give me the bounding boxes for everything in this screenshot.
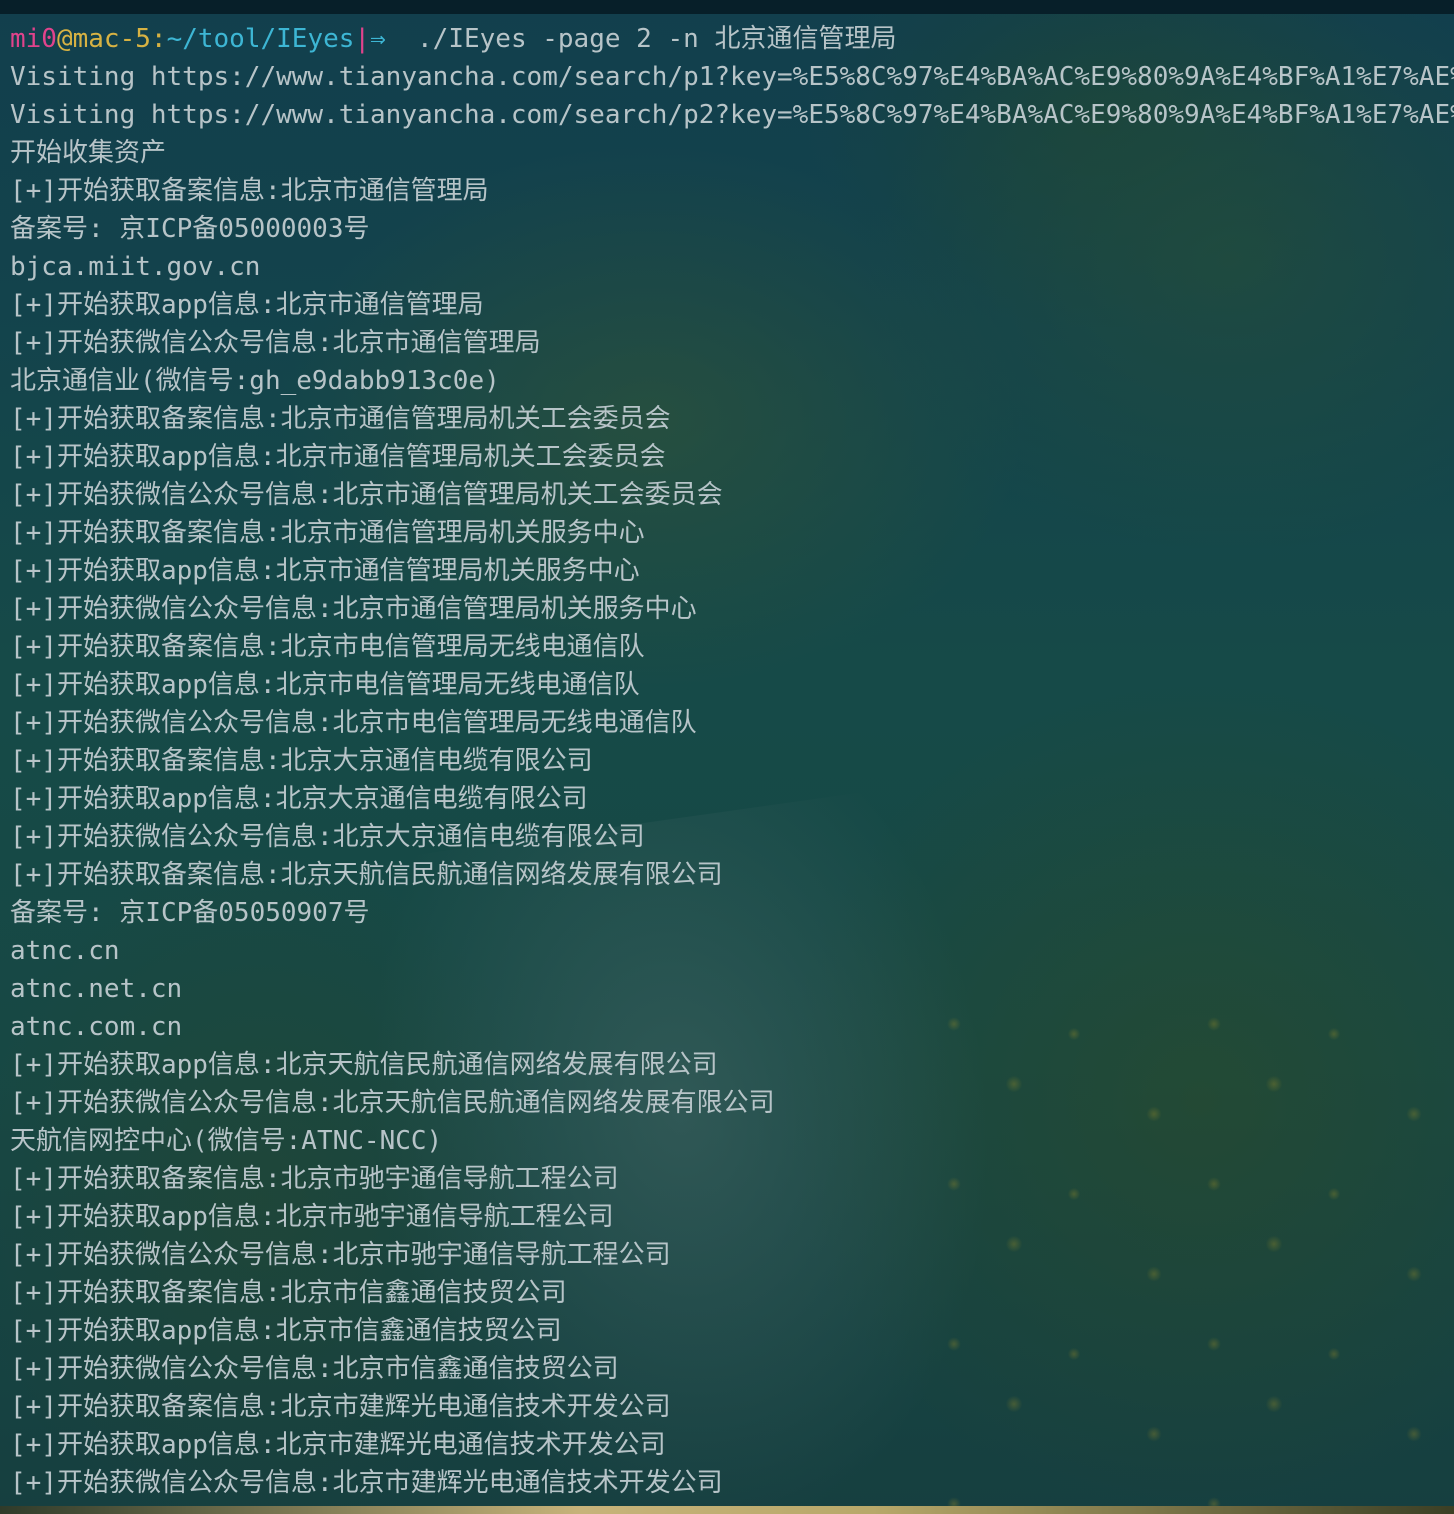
output-line: atnc.com.cn xyxy=(10,1012,183,1042)
output-line: [+]开始获取app信息:北京天航信民航通信网络发展有限公司 xyxy=(10,1050,718,1080)
output-line: [+]开始获取备案信息:北京天航信民航通信网络发展有限公司 xyxy=(10,860,723,890)
output-line: [+]开始获取app信息:北京市通信管理局机关工会委员会 xyxy=(10,442,666,472)
output-line: [+]开始获取app信息:北京市驰宇通信导航工程公司 xyxy=(10,1202,614,1232)
output-line: [+]开始获微信公众号信息:北京市通信管理局机关工会委员会 xyxy=(10,480,723,510)
output-line: Visiting https://www.tianyancha.com/sear… xyxy=(10,100,1454,130)
output-line: [+]开始获取app信息:北京市通信管理局机关服务中心 xyxy=(10,556,640,586)
output-line: [+]开始获微信公众号信息:北京市驰宇通信导航工程公司 xyxy=(10,1240,671,1270)
prompt-host: mac-5 xyxy=(72,24,151,54)
output-line: [+]开始获微信公众号信息:北京市电信管理局无线电通信队 xyxy=(10,708,697,738)
output-line: [+]开始获取备案信息:北京市通信管理局 xyxy=(10,176,489,206)
prompt-at: @ xyxy=(56,24,73,54)
output-line: [+]开始获微信公众号信息:北京市通信管理局 xyxy=(10,328,541,358)
output-line: 备案号: 京ICP备05000003号 xyxy=(10,214,370,244)
output-line: [+]开始获微信公众号信息:北京天航信民航通信网络发展有限公司 xyxy=(10,1088,775,1118)
output-line: [+]开始获取备案信息:北京市通信管理局机关服务中心 xyxy=(10,518,645,548)
output-line: [+]开始获取备案信息:北京市信鑫通信技贸公司 xyxy=(10,1278,567,1308)
output-line: [+]开始获微信公众号信息:北京市通信管理局机关服务中心 xyxy=(10,594,697,624)
window-top-edge xyxy=(0,0,1454,14)
output-line: [+]开始获取备案信息:北京大京通信电缆有限公司 xyxy=(10,746,593,776)
prompt-path: ~/tool/IEyes xyxy=(166,24,355,54)
output-line: [+]开始获取备案信息:北京市电信管理局无线电通信队 xyxy=(10,632,645,662)
prompt-arrow-icon: ⇒ xyxy=(370,24,386,54)
terminal-output-area[interactable]: mi0@mac-5:~/tool/IEyes|⇒ ./IEyes -page 2… xyxy=(10,20,1454,1502)
output-line: [+]开始获微信公众号信息:北京市信鑫通信技贸公司 xyxy=(10,1354,619,1384)
output-line: 天航信网控中心(微信号:ATNC-NCC) xyxy=(10,1126,443,1156)
output-line: Visiting https://www.tianyancha.com/sear… xyxy=(10,62,1454,92)
output-line: atnc.net.cn xyxy=(10,974,183,1004)
output-line: [+]开始获取app信息:北京市信鑫通信技贸公司 xyxy=(10,1316,562,1346)
output-line: [+]开始获取app信息:北京大京通信电缆有限公司 xyxy=(10,784,588,814)
prompt-colon: : xyxy=(150,24,167,54)
output-line: atnc.cn xyxy=(10,936,120,966)
output-line: [+]开始获取app信息:北京市建辉光电通信技术开发公司 xyxy=(10,1430,666,1460)
output-line: bjca.miit.gov.cn xyxy=(10,252,261,282)
output-line: 备案号: 京ICP备05050907号 xyxy=(10,898,370,928)
output-lines: Visiting https://www.tianyancha.com/sear… xyxy=(10,58,1454,1502)
prompt-line: mi0@mac-5:~/tool/IEyes|⇒ ./IEyes -page 2… xyxy=(10,20,1454,58)
output-line: [+]开始获取app信息:北京市电信管理局无线电通信队 xyxy=(10,670,640,700)
wallpaper-bottom-strip xyxy=(0,1506,1454,1514)
output-line: 开始收集资产 xyxy=(10,138,167,168)
prompt-branch-marker: | xyxy=(354,24,371,54)
output-line: [+]开始获微信公众号信息:北京大京通信电缆有限公司 xyxy=(10,822,645,852)
output-line: [+]开始获取备案信息:北京市驰宇通信导航工程公司 xyxy=(10,1164,619,1194)
output-line: 北京通信业(微信号:gh_e9dabb913c0e) xyxy=(10,366,500,396)
command-text: ./IEyes -page 2 -n 北京通信管理局 xyxy=(385,24,897,54)
output-line: [+]开始获取app信息:北京市通信管理局 xyxy=(10,290,484,320)
output-line: [+]开始获取备案信息:北京市建辉光电通信技术开发公司 xyxy=(10,1392,671,1422)
output-line: [+]开始获取备案信息:北京市通信管理局机关工会委员会 xyxy=(10,404,671,434)
output-line: [+]开始获微信公众号信息:北京市建辉光电通信技术开发公司 xyxy=(10,1468,723,1498)
prompt-user: mi0 xyxy=(10,24,57,54)
